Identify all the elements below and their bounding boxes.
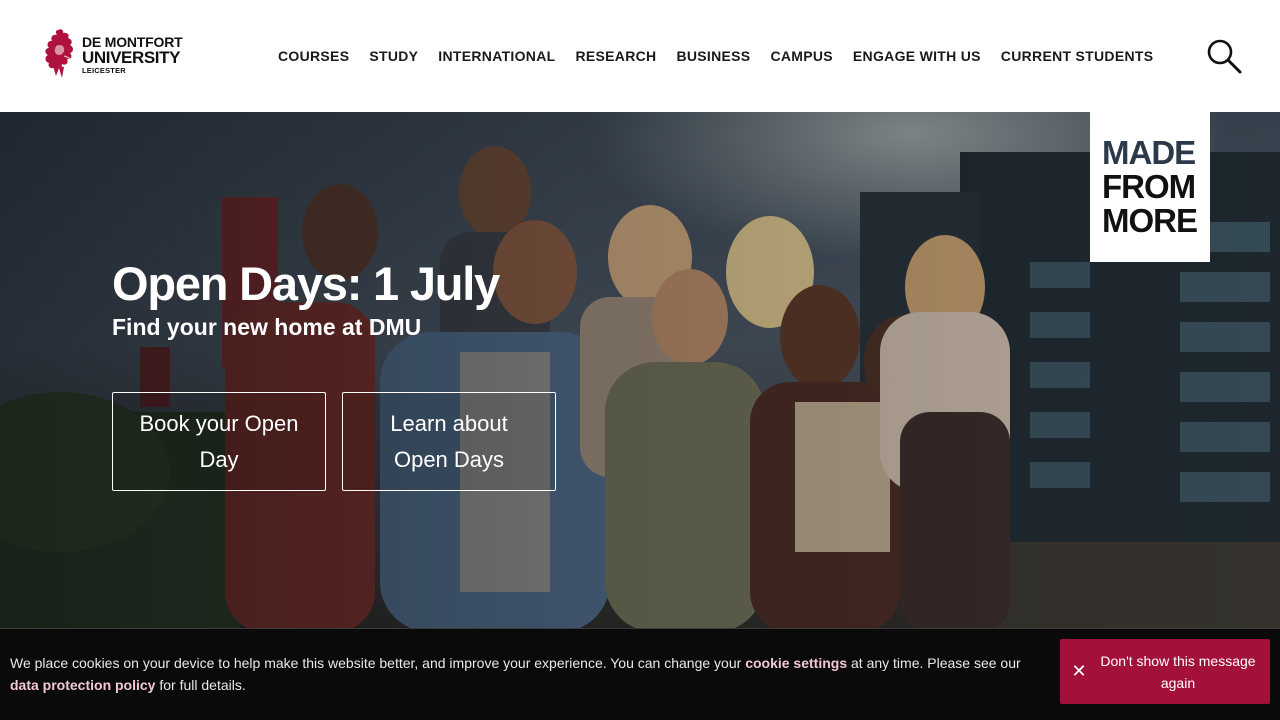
cookie-text-middle: at any time. Please see our: [847, 655, 1021, 671]
close-icon: ✕: [1071, 661, 1087, 681]
site-header: DE MONTFORT UNIVERSITY LEICESTER COURSES…: [0, 0, 1280, 112]
hero-subtitle: Find your new home at DMU: [112, 314, 422, 340]
cookie-text-before: We place cookies on your device to help …: [10, 655, 746, 671]
badge-line-2: FROM: [1102, 168, 1196, 205]
dmu-logo[interactable]: DE MONTFORT UNIVERSITY LEICESTER: [44, 26, 184, 84]
badge-line-1: MADE: [1102, 134, 1196, 171]
nav-item-engage-with-us[interactable]: ENGAGE WITH US: [843, 48, 991, 64]
main-nav: COURSES STUDY INTERNATIONAL RESEARCH BUS…: [268, 40, 1163, 72]
hero-banner: MADE FROM MORE Open Days: 1 July Find yo…: [0, 112, 1280, 628]
badge-line-3: MORE: [1102, 202, 1198, 239]
cookie-banner: We place cookies on your device to help …: [0, 628, 1280, 720]
logo-wordmark: DE MONTFORT UNIVERSITY LEICESTER: [82, 34, 183, 76]
nav-item-research[interactable]: RESEARCH: [565, 48, 666, 64]
search-button[interactable]: [1204, 36, 1244, 76]
logo-line-1: DE MONTFORT: [82, 34, 183, 51]
book-open-day-button[interactable]: Book your Open Day: [112, 392, 326, 491]
made-from-more-badge: MADE FROM MORE: [1090, 112, 1210, 262]
logo-line-2: UNIVERSITY: [82, 48, 181, 68]
nav-item-international[interactable]: INTERNATIONAL: [428, 48, 565, 64]
nav-item-business[interactable]: BUSINESS: [666, 48, 760, 64]
nav-item-campus[interactable]: CAMPUS: [760, 48, 842, 64]
cookie-dismiss-label: Don't show this message again: [1100, 652, 1256, 691]
nav-item-study[interactable]: STUDY: [359, 48, 428, 64]
learn-about-open-days-button[interactable]: Learn about Open Days: [342, 392, 556, 491]
logo-line-3: LEICESTER: [82, 66, 126, 76]
cookie-dismiss-button[interactable]: ✕ Don't show this message again: [1060, 639, 1270, 704]
hero-title: Open Days: 1 July: [112, 257, 500, 310]
dmu-lion-icon: [44, 26, 80, 84]
nav-item-current-students[interactable]: CURRENT STUDENTS: [991, 48, 1164, 64]
nav-item-courses[interactable]: COURSES: [268, 48, 359, 64]
data-protection-policy-link[interactable]: data protection policy: [10, 677, 155, 693]
cookie-text-after: for full details.: [155, 677, 246, 693]
cookie-settings-link[interactable]: cookie settings: [745, 655, 847, 671]
hero-overlay: [0, 112, 1280, 628]
cookie-message: We place cookies on your device to help …: [10, 652, 1040, 696]
search-icon: [1207, 39, 1242, 74]
